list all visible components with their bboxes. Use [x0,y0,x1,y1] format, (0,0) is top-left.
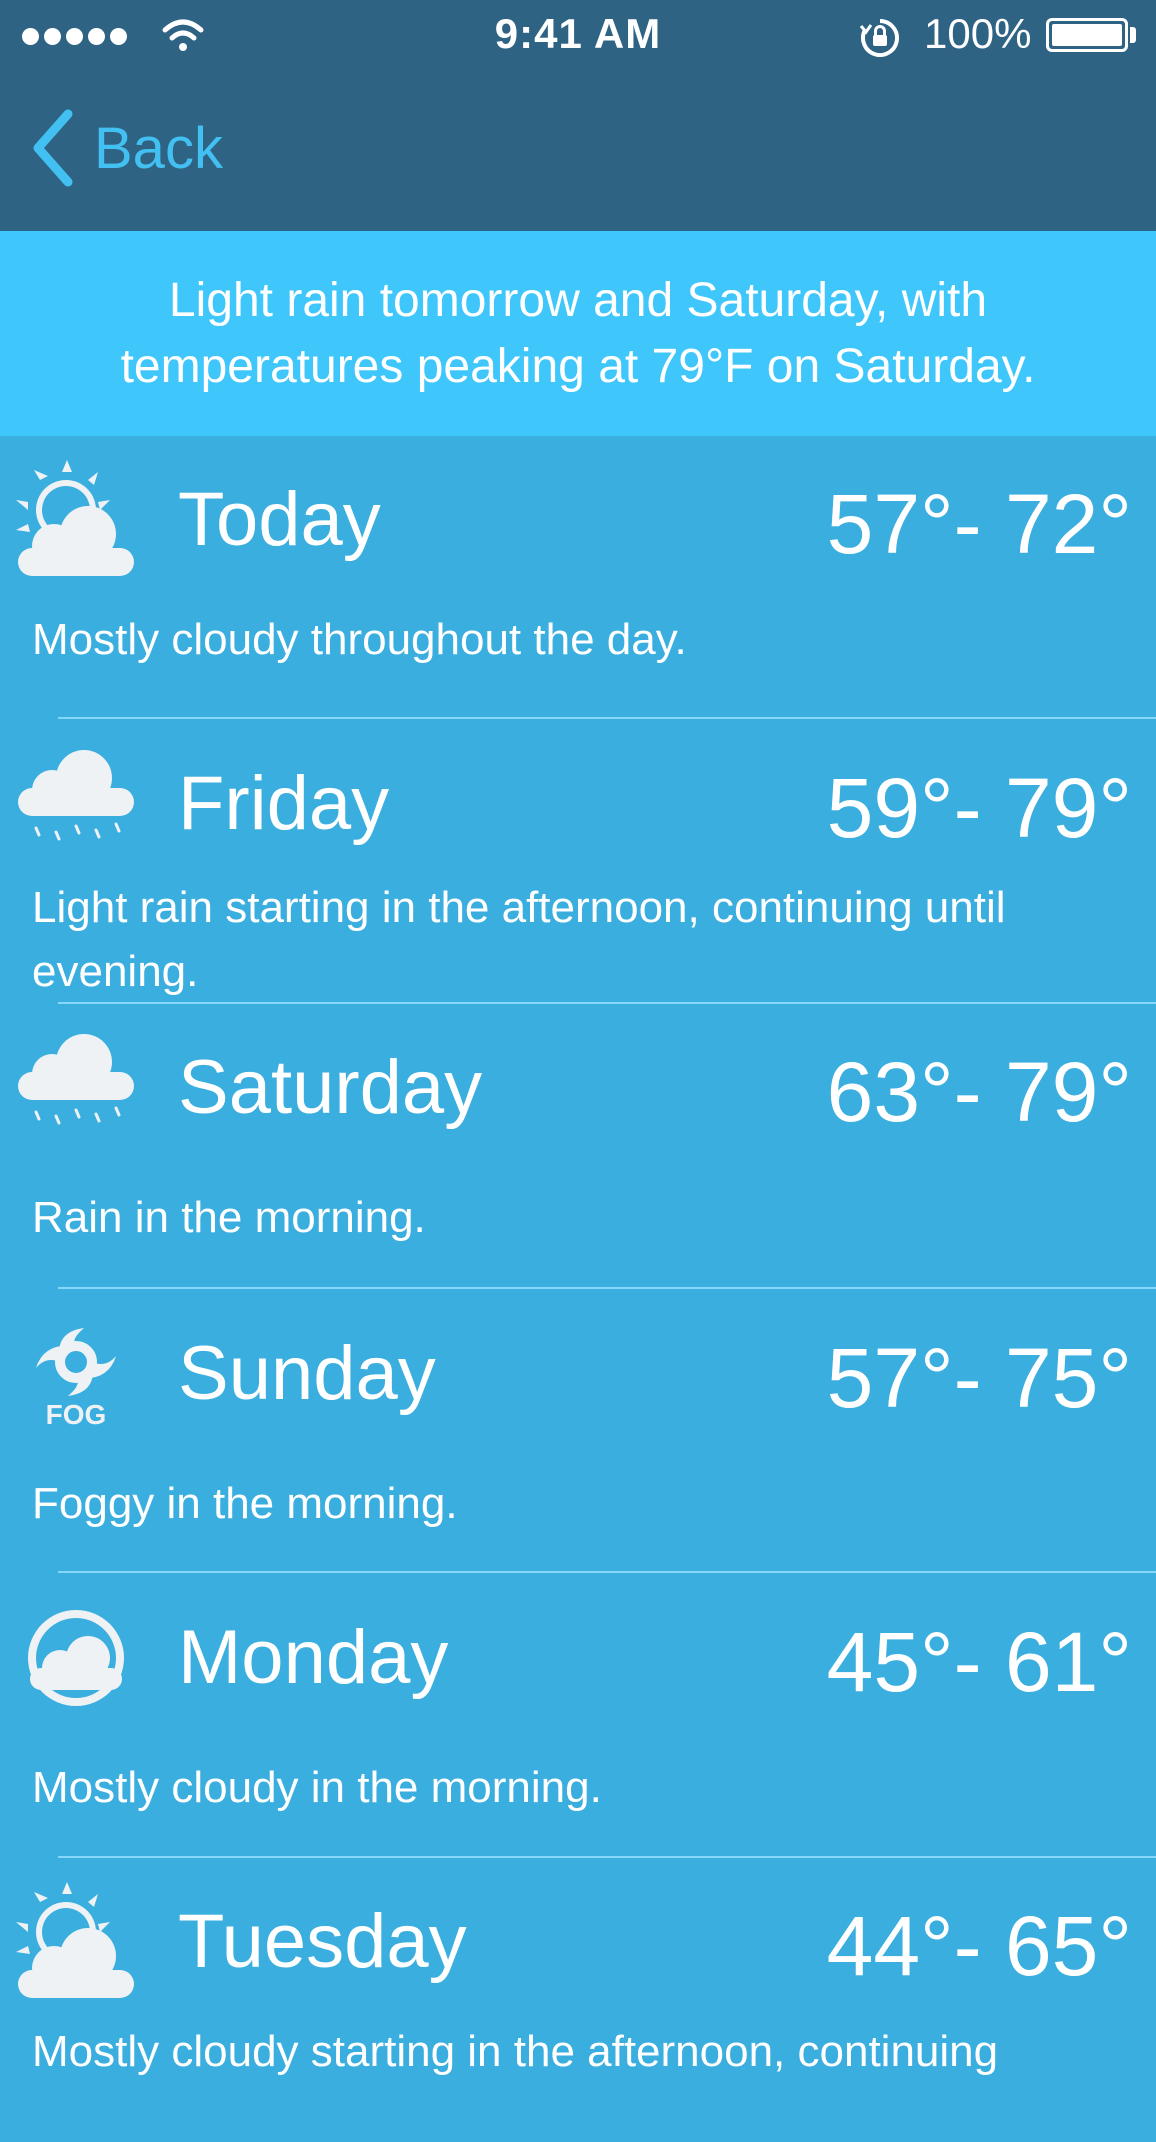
forecast-summary-text: Light rain tomorrow and Saturday, with t… [120,273,1036,393]
navigation-bar: 9:41 AM 100% Back [0,0,1156,231]
temperature-range: 57°- 72° [826,477,1132,571]
forecast-row-saturday[interactable]: Saturday 63°- 79° Rain in the morning. [0,1004,1156,1288]
rain-icon [18,1034,134,1125]
day-name: Tuesday [178,1899,467,1984]
day-name: Saturday [178,1045,483,1130]
back-button[interactable]: Back [30,108,223,188]
day-description: Light rain starting in the afternoon, co… [32,883,1006,996]
row-divider [58,717,1156,719]
row-divider [58,1287,1156,1289]
fog-icon: FOG [36,1328,116,1430]
battery-percentage: 100% [924,10,1032,57]
forecast-row-monday[interactable]: Monday 45°- 61° Mostly cloudy in the mor… [0,1574,1156,1858]
day-name: Monday [178,1615,449,1700]
day-name: Friday [178,761,390,846]
day-description: Foggy in the morning. [32,1479,458,1528]
day-description: Mostly cloudy in the morning. [32,1763,602,1812]
chevron-left-icon [33,109,73,187]
status-bar: 9:41 AM 100% [0,0,1156,72]
day-description: Mostly cloudy throughout the day. [32,615,687,664]
day-name: Sunday [178,1331,436,1416]
temperature-range: 45°- 61° [826,1615,1132,1709]
fog-icon-label: FOG [46,1399,107,1430]
battery-tip [1130,27,1136,43]
forecast-summary-banner: Light rain tomorrow and Saturday, with t… [0,231,1156,436]
battery-icon [1046,18,1128,52]
partly-cloudy-day-icon [16,460,134,576]
temperature-range: 57°- 75° [826,1331,1132,1425]
back-label: Back [94,115,223,181]
day-description: Rain in the morning. [32,1193,426,1242]
day-description: Mostly cloudy starting in the afternoon,… [32,2027,999,2076]
row-divider [58,1571,1156,1573]
day-name: Today [178,477,381,562]
rain-icon [18,750,134,841]
temperature-range: 59°- 79° [826,761,1132,855]
temperature-range: 44°- 65° [826,1899,1132,1993]
temperature-range: 63°- 79° [826,1045,1132,1139]
partly-cloudy-day-icon [16,1882,134,1998]
forecast-row-tuesday[interactable]: Tuesday 44°- 65° Mostly cloudy starting … [0,1858,1156,2142]
forecast-row-today[interactable]: Today 57°- 72° Mostly cloudy throughout … [0,436,1156,720]
forecast-row-sunday[interactable]: FOG Sunday 57°- 75° Foggy in the morning… [0,1290,1156,1574]
partly-cloudy-night-icon [28,1610,124,1706]
rotation-lock-icon [859,19,899,57]
forecast-row-friday[interactable]: Friday 59°- 79° Light rain starting in t… [0,720,1156,1004]
